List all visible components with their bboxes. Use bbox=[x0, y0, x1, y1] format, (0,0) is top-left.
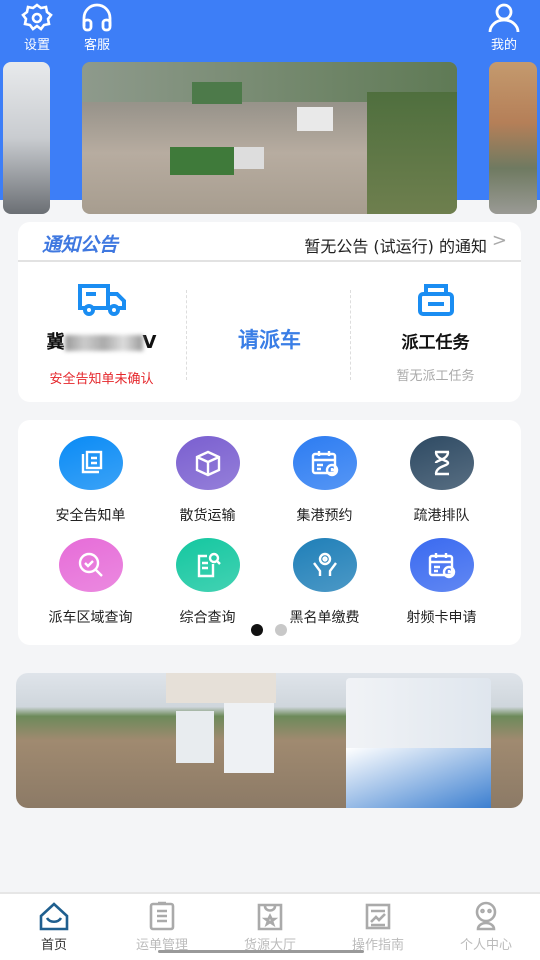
notice-title: 通知公告 bbox=[42, 234, 119, 256]
grid-item-label: 散货运输 bbox=[179, 508, 236, 524]
bag-star-icon bbox=[257, 903, 283, 931]
grid-item-label: 集港预约 bbox=[296, 508, 353, 524]
grid-icon-circle bbox=[175, 436, 240, 490]
nav-label: 个人中心 bbox=[459, 938, 512, 953]
hourglass-icon bbox=[434, 450, 449, 476]
grid-item[interactable]: 散货运输 bbox=[145, 436, 270, 525]
nav-item[interactable]: 首页 bbox=[0, 900, 108, 953]
grid-item-label: 综合查询 bbox=[179, 610, 236, 626]
grid-icon-circle bbox=[58, 538, 123, 592]
vehicle-panel[interactable]: 冀 V 安全告知单未确认 bbox=[18, 282, 185, 392]
request-dispatch-button[interactable]: 请派车 bbox=[186, 282, 353, 392]
vehicle-status: 安全告知单未确认 bbox=[49, 372, 154, 387]
plate-blur bbox=[64, 335, 143, 351]
grid-icon-circle bbox=[175, 538, 240, 592]
person-icon bbox=[475, 901, 497, 931]
grid-item[interactable]: 疏港排队 bbox=[379, 436, 504, 525]
settings-button[interactable]: 设置 bbox=[20, 2, 54, 53]
search-check-icon bbox=[78, 552, 103, 577]
grid-item[interactable]: 射频卡申请 bbox=[379, 538, 504, 627]
nav-item[interactable]: 运单管理 bbox=[108, 900, 216, 953]
home-icon bbox=[39, 902, 69, 931]
nav-item[interactable]: 个人中心 bbox=[432, 900, 540, 953]
grid-icon-circle bbox=[409, 436, 474, 490]
mine-button[interactable]: 我的 bbox=[487, 2, 521, 53]
grid-item-label: 派车区域查询 bbox=[48, 610, 133, 626]
grid-item[interactable]: 黑名单缴费 bbox=[262, 538, 387, 627]
grid-item[interactable]: 综合查询 bbox=[145, 538, 270, 627]
grid-item[interactable]: 安全告知单 bbox=[28, 436, 153, 525]
customer-service-button[interactable]: 客服 bbox=[80, 2, 114, 53]
headphones-icon bbox=[82, 3, 112, 32]
grid-item-label: 安全告知单 bbox=[55, 508, 126, 524]
mine-label: 我的 bbox=[490, 38, 517, 53]
grid-item-label: 疏港排队 bbox=[413, 508, 470, 524]
grid-item[interactable]: 集港预约 bbox=[262, 436, 387, 525]
carousel-prev-image[interactable] bbox=[3, 62, 50, 214]
chart-icon bbox=[365, 903, 391, 930]
person-icon bbox=[488, 3, 520, 33]
truck-icon bbox=[77, 284, 126, 316]
grid-icon-circle bbox=[409, 538, 474, 592]
hands-coin-icon bbox=[312, 552, 337, 576]
task-title: 派工任务 bbox=[401, 333, 470, 353]
document-icon bbox=[81, 450, 102, 474]
carousel-next-image[interactable] bbox=[489, 62, 537, 214]
settings-label: 设置 bbox=[23, 38, 50, 53]
grid-item[interactable]: 派车区域查询 bbox=[28, 538, 153, 627]
nav-item[interactable]: 操作指南 bbox=[324, 900, 432, 953]
divider bbox=[18, 260, 521, 262]
dispatch-task-panel[interactable]: 派工任务 暂无派工任务 bbox=[350, 282, 521, 392]
nav-label: 首页 bbox=[40, 938, 67, 953]
task-status: 暂无派工任务 bbox=[396, 369, 475, 384]
doc-search-icon bbox=[197, 552, 221, 578]
banner-image[interactable] bbox=[16, 673, 523, 808]
notice-dispatch-card: 通知公告 暂无公告 (试运行) 的通知 > 冀 V 安全告知单未确认 请派车 派工… bbox=[18, 222, 521, 402]
calendar-clock-icon bbox=[428, 553, 455, 579]
grid-item-label: 射频卡申请 bbox=[406, 610, 477, 626]
plate-suffix: V bbox=[142, 332, 157, 353]
service-label: 客服 bbox=[83, 38, 110, 53]
plate-prefix: 冀 bbox=[46, 332, 65, 353]
calendar-clock-icon bbox=[311, 451, 338, 477]
page-dot-active[interactable] bbox=[251, 624, 263, 636]
page-dot[interactable] bbox=[275, 624, 287, 636]
printer-icon bbox=[417, 284, 454, 316]
nav-item[interactable]: 货源大厅 bbox=[216, 900, 324, 953]
grid-icon-circle bbox=[292, 538, 357, 592]
notice-text[interactable]: 暂无公告 (试运行) 的通知 bbox=[304, 233, 487, 257]
chevron-right-icon[interactable]: > bbox=[492, 230, 507, 251]
grid-icon-circle bbox=[58, 436, 123, 490]
gear-icon bbox=[21, 3, 53, 31]
scroll-indicator bbox=[158, 950, 364, 953]
box-icon bbox=[195, 450, 220, 477]
grid-icon-circle bbox=[292, 436, 357, 490]
clipboard-icon bbox=[149, 901, 175, 931]
carousel-image[interactable] bbox=[82, 62, 457, 214]
